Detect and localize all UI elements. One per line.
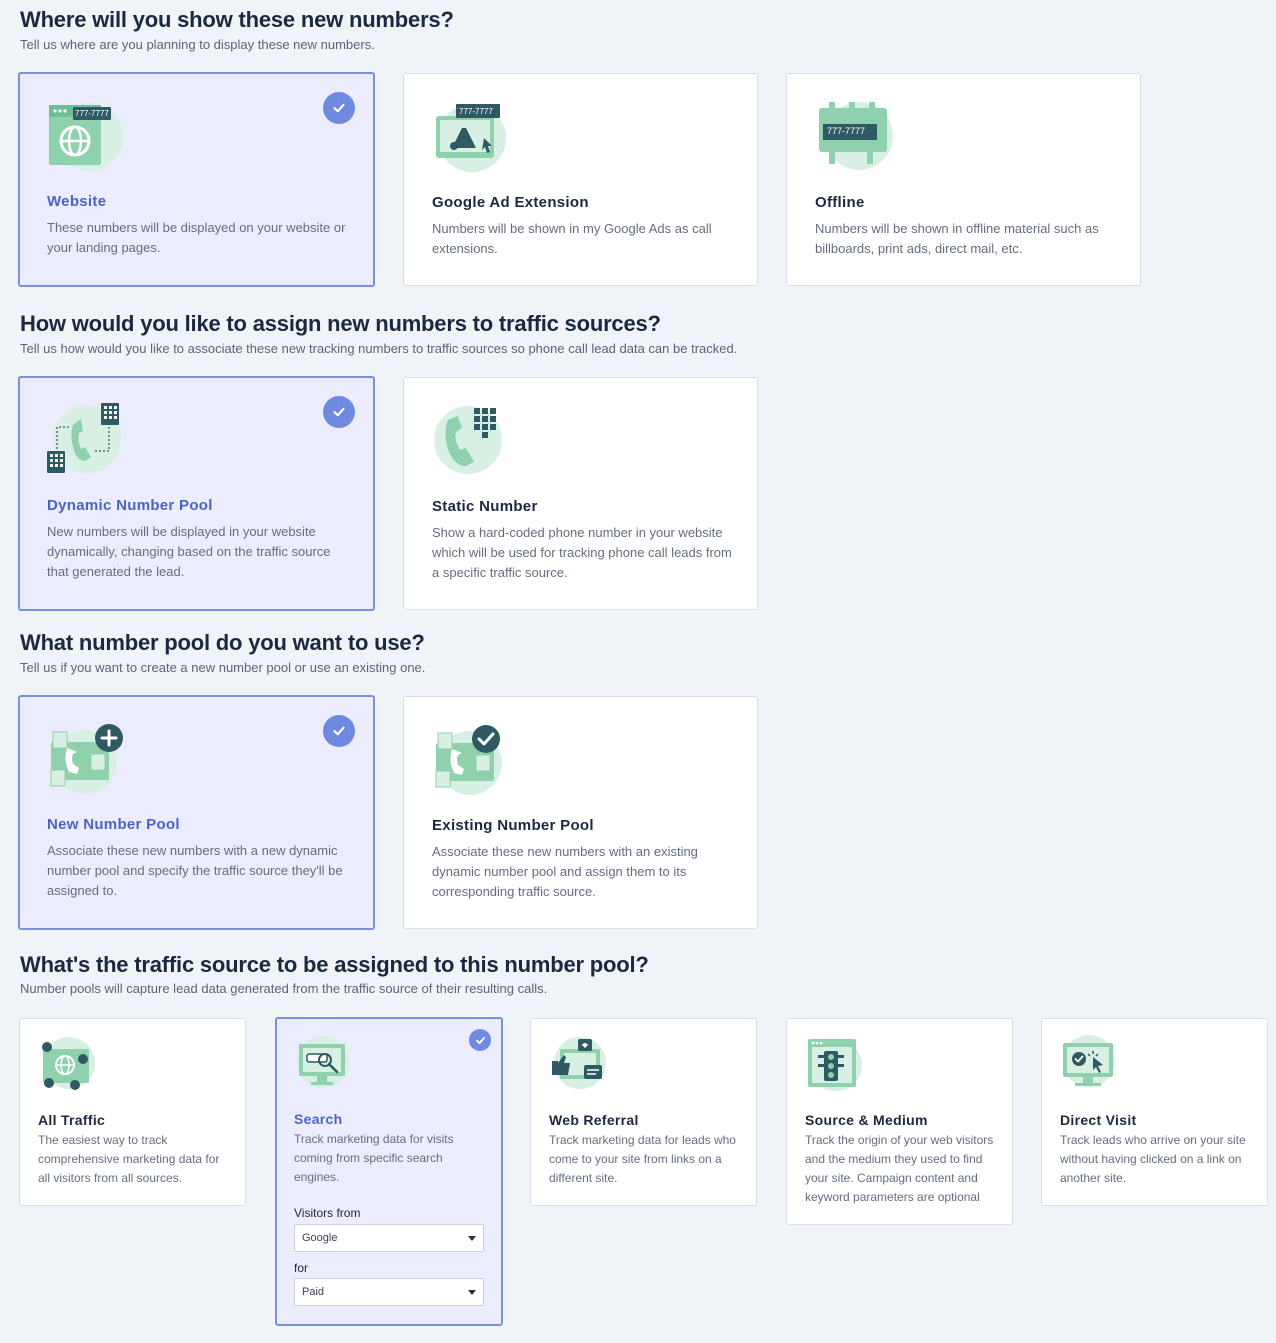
option-card-google-ad-extension[interactable]: 777-7777 Google Ad Extension Numbers wil… — [403, 73, 758, 286]
visitors-from-value: Google — [302, 1232, 338, 1244]
option-title: Direct Visit — [1060, 1112, 1137, 1128]
check-icon — [469, 1029, 491, 1051]
phone-badge: 777-7777 — [75, 109, 109, 118]
check-icon — [323, 396, 355, 428]
phone-badge: 777-7777 — [827, 126, 866, 136]
option-title: New Number Pool — [47, 816, 180, 833]
option-description: Track marketing data for visits coming f… — [294, 1132, 454, 1184]
option-title: All Traffic — [38, 1112, 106, 1128]
visitors-from-label: Visitors from — [294, 1206, 361, 1220]
option-title: Dynamic Number Pool — [47, 497, 213, 514]
check-icon — [323, 92, 355, 124]
option-card-source-medium[interactable]: Source & Medium Track the origin of your… — [786, 1018, 1013, 1225]
section-title: Where will you show these new numbers? — [20, 7, 454, 32]
option-description: Associate these new numbers with a new d… — [47, 843, 343, 898]
direct-visit-icon — [1059, 1035, 1119, 1095]
section-title: How would you like to assign new numbers… — [20, 311, 661, 336]
dynamic-pool-icon — [47, 401, 127, 481]
option-description: The easiest way to track comprehensive m… — [38, 1133, 220, 1185]
option-title: Offline — [815, 194, 865, 211]
option-card-existing-number-pool[interactable]: Existing Number Pool Associate these new… — [403, 696, 758, 929]
option-card-search[interactable]: Search Track marketing data for visits c… — [275, 1017, 503, 1326]
website-phone-icon: 777-7777 — [47, 97, 127, 177]
option-card-static-number[interactable]: Static Number Show a hard-coded phone nu… — [403, 377, 758, 610]
section-subtitle: Tell us where are you planning to displa… — [20, 37, 375, 52]
option-description: Numbers will be shown in offline materia… — [815, 221, 1099, 256]
option-description: Track marketing data for leads who come … — [549, 1133, 736, 1185]
static-number-icon — [432, 402, 512, 482]
option-title: Existing Number Pool — [432, 817, 594, 834]
option-description: Show a hard-coded phone number in your w… — [432, 525, 732, 580]
option-card-new-number-pool[interactable]: New Number Pool Associate these new numb… — [18, 695, 375, 930]
chevron-down-icon — [468, 1290, 476, 1295]
chevron-down-icon — [468, 1236, 476, 1241]
option-description: Numbers will be shown in my Google Ads a… — [432, 221, 712, 256]
option-card-direct-visit[interactable]: Direct Visit Track leads who arrive on y… — [1041, 1018, 1268, 1206]
new-pool-icon — [47, 720, 127, 800]
existing-pool-icon — [432, 721, 512, 801]
option-card-offline[interactable]: 777-7777 Offline Numbers will be shown i… — [786, 73, 1141, 286]
visitors-from-select[interactable]: Google — [294, 1224, 484, 1252]
phone-badge: 777-7777 — [459, 107, 493, 116]
option-title: Website — [47, 193, 107, 210]
option-description: Track leads who arrive on your site with… — [1060, 1133, 1246, 1185]
google-ads-icon: 777-7777 — [432, 98, 512, 178]
option-card-web-referral[interactable]: Web Referral Track marketing data for le… — [530, 1018, 757, 1206]
billboard-icon: 777-7777 — [815, 98, 895, 178]
option-description: Track the origin of your web visitors an… — [805, 1133, 994, 1204]
source-medium-icon — [804, 1035, 864, 1095]
option-description: New numbers will be displayed in your we… — [47, 524, 331, 579]
option-title: Search — [294, 1111, 343, 1127]
for-label: for — [294, 1261, 309, 1275]
for-value: Paid — [302, 1286, 325, 1298]
section-subtitle: Number pools will capture lead data gene… — [20, 981, 548, 996]
option-card-website[interactable]: 777-7777 Website These numbers will be d… — [18, 72, 375, 287]
section-title: What number pool do you want to use? — [20, 630, 425, 655]
option-description: Associate these new numbers with an exis… — [432, 844, 698, 899]
for-select[interactable]: Paid — [294, 1278, 484, 1306]
option-description: These numbers will be displayed on your … — [47, 220, 346, 255]
option-title: Google Ad Extension — [432, 194, 589, 211]
option-title: Static Number — [432, 498, 538, 515]
option-title: Source & Medium — [805, 1112, 928, 1128]
search-monitor-icon — [293, 1034, 353, 1094]
section-title: What's the traffic source to be assigned… — [20, 952, 649, 977]
option-title: Web Referral — [549, 1112, 639, 1128]
section-subtitle: Tell us if you want to create a new numb… — [20, 660, 426, 675]
option-card-all-traffic[interactable]: All Traffic The easiest way to track com… — [19, 1018, 246, 1206]
option-card-dynamic-number-pool[interactable]: Dynamic Number Pool New numbers will be … — [18, 376, 375, 611]
all-traffic-icon — [37, 1035, 97, 1095]
check-icon — [323, 715, 355, 747]
web-referral-icon — [548, 1035, 608, 1095]
section-subtitle: Tell us how would you like to associate … — [20, 341, 738, 356]
